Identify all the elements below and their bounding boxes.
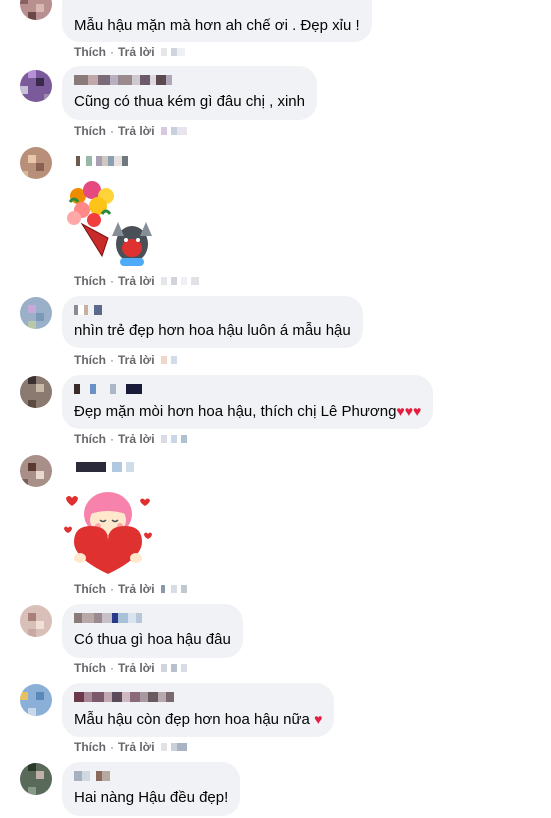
comment-text: Có thua gì hoa hậu đâu (74, 631, 231, 648)
comment-actions: Thích · Trả lời (74, 740, 187, 754)
separator: · (110, 274, 114, 288)
comment-bubble: Có thua gì hoa hậu đâu (62, 604, 243, 658)
author-name[interactable] (74, 692, 322, 702)
avatar[interactable] (20, 763, 52, 795)
avatar[interactable] (20, 70, 52, 102)
separator: · (110, 432, 114, 446)
reply-button[interactable]: Trả lời (118, 740, 155, 754)
comment-bubble: Hai nàng Hậu đều đẹp! (62, 762, 241, 816)
comment-text: Đẹp mặn mòi hơn hoa hậu, thích chị Lê Ph… (74, 403, 422, 420)
author-name[interactable] (74, 613, 231, 623)
timestamp[interactable] (160, 664, 187, 672)
like-button[interactable]: Thích (74, 274, 106, 288)
avatar[interactable] (20, 376, 52, 408)
separator: · (110, 353, 114, 367)
separator: · (110, 45, 114, 59)
author-name[interactable] (74, 305, 351, 315)
comment-bubble: Đẹp mặn mòi hơn hoa hậu, thích chị Lê Ph… (62, 375, 434, 429)
timestamp[interactable] (160, 743, 187, 751)
like-button[interactable]: Thích (74, 740, 106, 754)
separator: · (110, 582, 114, 596)
like-button[interactable]: Thích (74, 432, 106, 446)
avatar[interactable] (20, 455, 52, 487)
separator: · (110, 740, 114, 754)
author-name[interactable] (76, 156, 128, 166)
reply-button[interactable]: Trả lời (118, 124, 155, 138)
reply-button[interactable]: Trả lời (118, 353, 155, 367)
avatar[interactable] (20, 684, 52, 716)
reply-button[interactable]: Trả lời (118, 582, 155, 596)
reply-button[interactable]: Trả lời (118, 661, 155, 675)
like-button[interactable]: Thích (74, 124, 106, 138)
comment-text: Mẫu hậu còn đẹp hơn hoa hậu nữa ♥ (74, 711, 323, 728)
comment-actions: Thích · Trả lời (74, 353, 177, 367)
avatar[interactable] (20, 605, 52, 637)
avatar[interactable] (20, 0, 52, 20)
like-button[interactable]: Thích (74, 353, 106, 367)
comment-actions: Thích · Trả lời (74, 274, 199, 288)
timestamp[interactable] (160, 127, 187, 135)
timestamp[interactable] (160, 356, 177, 364)
author-name[interactable] (76, 462, 134, 472)
timestamp[interactable] (160, 277, 199, 285)
comment-text: Cũng có thua kém gì đâu chị , xinh (74, 93, 305, 110)
author-name[interactable] (74, 384, 421, 394)
girl-holding-heart-sticker (60, 488, 156, 574)
like-button[interactable]: Thích (74, 582, 106, 596)
author-name[interactable] (74, 771, 228, 781)
heart-emoji: ♥♥♥ (396, 403, 422, 419)
like-button[interactable]: Thích (74, 45, 106, 59)
like-button[interactable]: Thích (74, 661, 106, 675)
comment-bubble: Mẫu hậu còn đẹp hơn hoa hậu nữa ♥ (62, 683, 335, 737)
comment-bubble: Mẫu hậu mặn mà hơn ah chế ơi . Đẹp xỉu ! (62, 0, 372, 42)
comment-actions: Thích · Trả lời (74, 582, 187, 596)
comment-actions: Thích · Trả lời (74, 432, 187, 446)
comment-actions: Thích · Trả lời (74, 124, 187, 138)
timestamp[interactable] (160, 435, 187, 443)
comment-text: Hai nàng Hậu đều đẹp! (74, 789, 229, 806)
flower-bouquet-puppy-sticker (62, 178, 154, 268)
comment-text: nhìn trẻ đẹp hơn hoa hậu luôn á mẫu hậu (74, 322, 351, 339)
reply-button[interactable]: Trả lời (118, 45, 155, 59)
heart-emoji: ♥ (314, 711, 323, 727)
separator: · (110, 124, 114, 138)
separator: · (110, 661, 114, 675)
comment-text: Mẫu hậu mặn mà hơn ah chế ơi . Đẹp xỉu ! (74, 17, 360, 34)
comment-actions: Thích · Trả lời (74, 45, 185, 59)
timestamp[interactable] (160, 585, 187, 593)
avatar[interactable] (20, 297, 52, 329)
comment-actions: Thích · Trả lời (74, 661, 187, 675)
comment-bubble: nhìn trẻ đẹp hơn hoa hậu luôn á mẫu hậu (62, 296, 363, 348)
reply-button[interactable]: Trả lời (118, 274, 155, 288)
author-name[interactable] (74, 75, 305, 85)
timestamp[interactable] (160, 48, 185, 56)
avatar[interactable] (20, 147, 52, 179)
reply-button[interactable]: Trả lời (118, 432, 155, 446)
comment-bubble: Cũng có thua kém gì đâu chị , xinh (62, 66, 317, 120)
